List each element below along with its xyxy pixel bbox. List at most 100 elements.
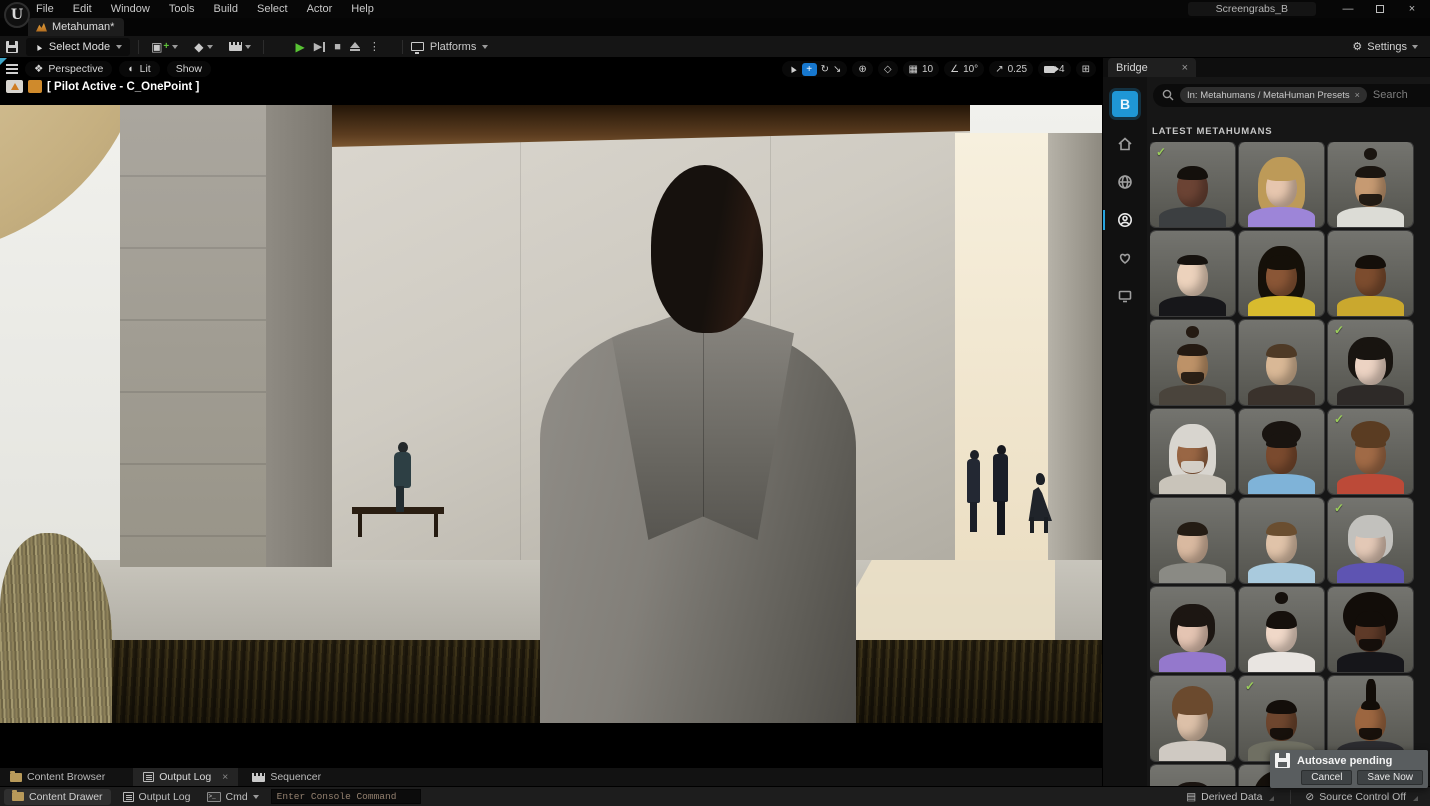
tab-bridge[interactable]: Bridge × bbox=[1108, 58, 1196, 77]
cmd-label: Cmd bbox=[226, 791, 248, 803]
menu-tools[interactable]: Tools bbox=[169, 3, 195, 15]
lit-dropdown[interactable]: ◐Lit bbox=[119, 61, 159, 77]
metahuman-tile[interactable] bbox=[1150, 765, 1235, 786]
grid-snap-value[interactable]: 10 bbox=[922, 64, 933, 75]
world-space-icon[interactable]: ⊕ bbox=[858, 64, 866, 75]
rotation-snap-toggle[interactable]: ∠10° bbox=[944, 61, 984, 77]
perspective-dropdown[interactable]: ❖Perspective bbox=[25, 61, 112, 77]
more-options-icon[interactable]: ⋮ bbox=[369, 40, 380, 53]
rotation-snap-value[interactable]: 10° bbox=[963, 64, 978, 75]
local-library-icon[interactable] bbox=[1103, 285, 1147, 307]
metahuman-tile[interactable] bbox=[1239, 320, 1324, 405]
metahuman-tile[interactable] bbox=[1239, 231, 1324, 316]
metahuman-tile[interactable] bbox=[1239, 142, 1324, 227]
scale-tool-icon[interactable]: ↘ bbox=[833, 64, 841, 75]
show-dropdown[interactable]: Show bbox=[167, 61, 211, 77]
globe-icon[interactable] bbox=[1103, 171, 1147, 193]
title-bar: U File Edit Window Tools Build Select Ac… bbox=[0, 0, 1430, 18]
menu-build[interactable]: Build bbox=[214, 3, 238, 15]
metahuman-tile[interactable] bbox=[1150, 676, 1235, 761]
viewport-options-icon[interactable] bbox=[6, 64, 18, 74]
metahuman-tile[interactable]: ✓ bbox=[1328, 320, 1413, 405]
metahuman-tile[interactable] bbox=[1150, 498, 1235, 583]
select-mode-dropdown[interactable]: ▲ Select Mode bbox=[26, 38, 130, 56]
menu-actor[interactable]: Actor bbox=[307, 3, 333, 15]
level-viewport[interactable]: ❖Perspective ◐Lit Show ▲ + ↻ ↘ ⊕ ◇ ▦10 ∠… bbox=[0, 58, 1102, 768]
remove-filter-icon[interactable]: × bbox=[1355, 90, 1360, 100]
output-log-button[interactable]: Output Log bbox=[119, 791, 195, 803]
metahuman-tile[interactable] bbox=[1239, 587, 1324, 672]
menu-help[interactable]: Help bbox=[351, 3, 374, 15]
source-control-off-icon: ⊘ bbox=[1305, 791, 1314, 803]
search-bar[interactable]: In: Metahumans / MetaHuman Presets × × bbox=[1153, 84, 1430, 107]
metahumans-icon[interactable] bbox=[1103, 209, 1147, 231]
menu-select[interactable]: Select bbox=[257, 3, 288, 15]
derived-data-label: Derived Data bbox=[1201, 791, 1262, 803]
metahuman-tile[interactable]: ✓ bbox=[1239, 676, 1324, 761]
home-icon[interactable] bbox=[1103, 133, 1147, 155]
metahuman-tile[interactable] bbox=[1150, 320, 1235, 405]
metahuman-tile[interactable]: ✓ bbox=[1150, 142, 1235, 227]
tab-metahuman[interactable]: Metahuman* bbox=[28, 18, 124, 36]
save-icon[interactable] bbox=[6, 41, 18, 53]
metahuman-tile[interactable] bbox=[1150, 587, 1235, 672]
camera-speed-value[interactable]: 4 bbox=[1059, 64, 1065, 75]
metahuman-tile[interactable] bbox=[1239, 409, 1324, 494]
metahuman-tile[interactable] bbox=[1150, 231, 1235, 316]
close-icon[interactable]: × bbox=[1182, 62, 1188, 74]
platforms-dropdown[interactable]: Platforms bbox=[411, 41, 488, 53]
derived-data-button[interactable]: ▤ Derived Data bbox=[1182, 791, 1280, 803]
content-drawer-button[interactable]: Content Drawer bbox=[4, 789, 111, 805]
divider bbox=[1290, 790, 1291, 804]
metahuman-tile[interactable] bbox=[1150, 409, 1235, 494]
menu-file[interactable]: File bbox=[36, 3, 54, 15]
unreal-logo-icon[interactable]: U bbox=[4, 2, 30, 28]
blueprints-button[interactable]: ◆ bbox=[190, 40, 216, 54]
eject-button[interactable] bbox=[350, 42, 360, 51]
close-button[interactable]: × bbox=[1398, 1, 1426, 17]
metahuman-tile[interactable]: ✓ bbox=[1328, 498, 1413, 583]
minimize-button[interactable]: — bbox=[1334, 1, 1362, 17]
maximize-button[interactable] bbox=[1366, 1, 1394, 17]
search-input[interactable] bbox=[1373, 89, 1425, 101]
save-now-button[interactable]: Save Now bbox=[1357, 770, 1423, 785]
metahuman-tile[interactable] bbox=[1328, 587, 1413, 672]
scale-snap-value[interactable]: 0.25 bbox=[1008, 64, 1027, 75]
bridge-sidebar: B bbox=[1103, 77, 1147, 786]
close-icon[interactable]: × bbox=[222, 771, 228, 783]
tab-sequencer[interactable]: Sequencer bbox=[242, 768, 331, 786]
camera-speed-control[interactable]: 4 bbox=[1038, 61, 1071, 77]
pilot-actor-button[interactable] bbox=[6, 80, 23, 93]
metahuman-tile[interactable] bbox=[1328, 142, 1413, 227]
metahuman-tile[interactable] bbox=[1328, 676, 1413, 761]
cinematics-button[interactable] bbox=[225, 42, 255, 51]
scale-snap-toggle[interactable]: ↗0.25 bbox=[989, 61, 1033, 77]
console-command-input[interactable] bbox=[271, 789, 421, 804]
metahuman-tile[interactable] bbox=[1239, 498, 1324, 583]
tab-content-browser[interactable]: Content Browser bbox=[0, 768, 115, 786]
rotate-tool-icon[interactable]: ↻ bbox=[821, 64, 829, 75]
settings-dropdown[interactable]: ⚙ Settings bbox=[1352, 40, 1424, 53]
exit-pilot-button[interactable] bbox=[28, 80, 42, 93]
select-tool-icon[interactable]: ▲ bbox=[786, 62, 800, 76]
surface-snap-icon[interactable]: ◇ bbox=[884, 64, 892, 75]
play-button[interactable]: ▶ bbox=[296, 40, 305, 54]
add-actor-button[interactable]: ▣+ bbox=[147, 40, 182, 54]
viewport-canvas[interactable] bbox=[0, 105, 1102, 723]
skip-button[interactable]: ▶ bbox=[314, 40, 325, 53]
cmd-dropdown[interactable]: >_ Cmd bbox=[203, 791, 263, 803]
tab-output-log[interactable]: Output Log × bbox=[133, 768, 238, 786]
menu-edit[interactable]: Edit bbox=[73, 3, 92, 15]
cancel-button[interactable]: Cancel bbox=[1301, 770, 1352, 785]
source-control-button[interactable]: ⊘ Source Control Off bbox=[1301, 791, 1424, 803]
menu-window[interactable]: Window bbox=[111, 3, 150, 15]
search-filter-chip[interactable]: In: Metahumans / MetaHuman Presets × bbox=[1180, 87, 1367, 103]
quad-view-icon[interactable]: ⊞ bbox=[1082, 64, 1090, 75]
stop-button[interactable]: ■ bbox=[334, 41, 341, 53]
grid-snap-toggle[interactable]: ▦10 bbox=[903, 61, 940, 77]
move-tool-icon[interactable]: + bbox=[802, 63, 817, 76]
metahuman-tile[interactable]: ✓ bbox=[1328, 409, 1413, 494]
bridge-logo-icon[interactable]: B bbox=[1112, 91, 1138, 117]
metahuman-tile[interactable] bbox=[1328, 231, 1413, 316]
favorites-heart-icon[interactable] bbox=[1103, 247, 1147, 269]
